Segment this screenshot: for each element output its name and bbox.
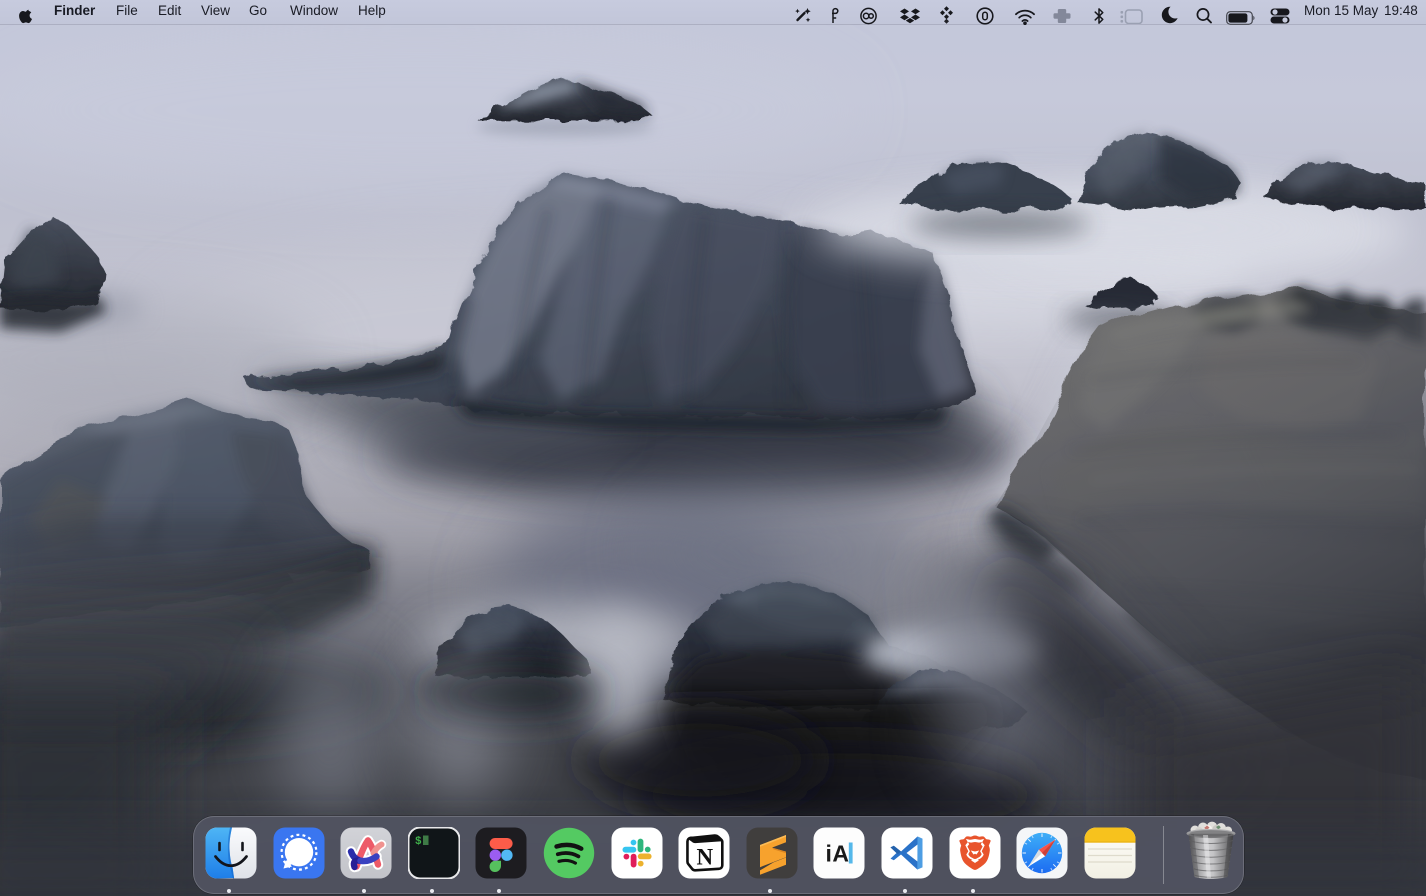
svg-text:N: N [697, 845, 714, 870]
svg-text:iA: iA [826, 841, 850, 867]
svg-text:$: $ [415, 836, 422, 848]
